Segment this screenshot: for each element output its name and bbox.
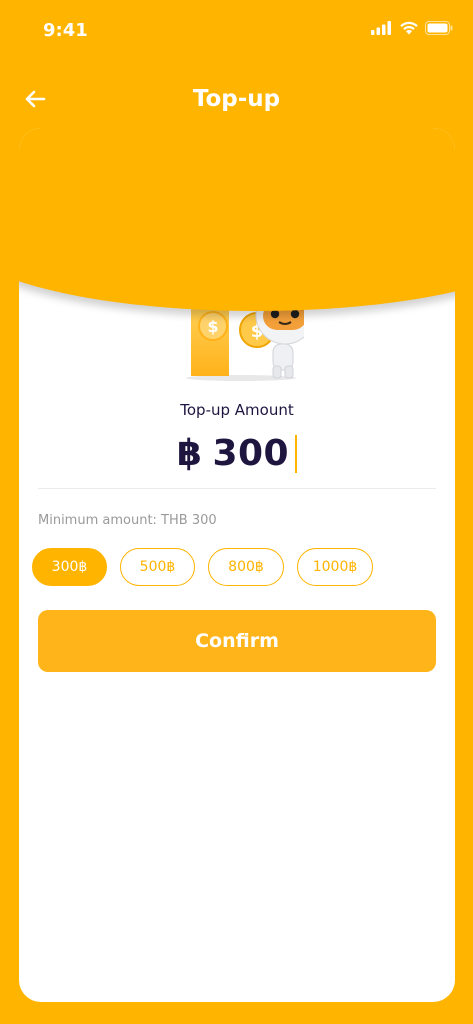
status-icons — [371, 20, 453, 39]
status-time: 9:41 — [43, 20, 88, 41]
currency-symbol: ฿ — [176, 433, 203, 474]
svg-text:$: $ — [207, 317, 218, 336]
header-curve — [19, 128, 455, 311]
amount-value: 300 — [212, 433, 290, 474]
minimum-amount-note: Minimum amount: THB 300 — [38, 513, 217, 528]
topup-card: $ $ Top-up Amount ฿ 300 Minimum amount: … — [19, 128, 455, 1002]
preset-800-button[interactable]: 800฿ — [208, 548, 284, 586]
amount-input[interactable]: ฿ 300 — [19, 433, 455, 474]
page-title: Top-up — [192, 86, 281, 112]
confirm-button[interactable]: Confirm — [38, 610, 436, 672]
preset-amounts: 300฿ 500฿ 800฿ 1000฿ — [32, 548, 373, 586]
preset-1000-button[interactable]: 1000฿ — [297, 548, 373, 586]
preset-500-button[interactable]: 500฿ — [120, 548, 195, 586]
preset-300-button[interactable]: 300฿ — [32, 548, 107, 586]
status-bar: 9:41 — [0, 0, 473, 60]
battery-icon — [425, 20, 453, 39]
divider — [38, 488, 436, 489]
signal-icon — [371, 20, 393, 39]
amount-label: Top-up Amount — [180, 401, 294, 419]
wifi-icon — [399, 20, 419, 39]
text-cursor — [295, 434, 298, 473]
